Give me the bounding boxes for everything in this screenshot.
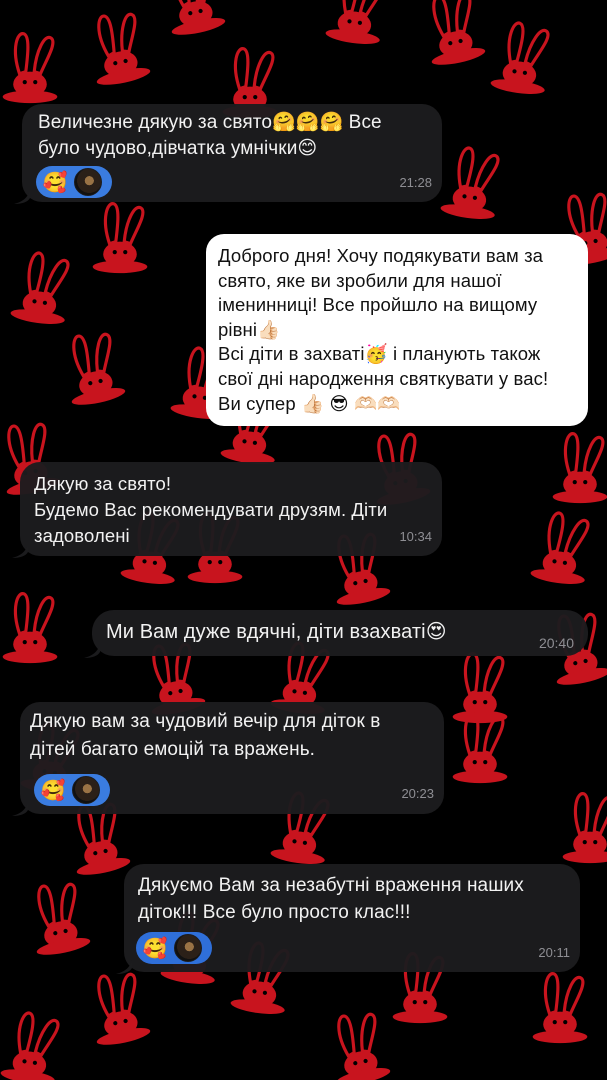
rabbit-ears-hat-icon — [57, 327, 129, 410]
message-time: 10:34 — [399, 529, 432, 544]
reaction-pill[interactable]: 🥰 — [136, 932, 212, 964]
message-text: Дякую вам за чудовий вечір для діток в д… — [30, 711, 386, 760]
message-text: Величезне дякую за свято🤗🤗🤗 Все було чуд… — [38, 112, 388, 159]
bubble-tail — [12, 544, 28, 558]
reaction-pill[interactable]: 🥰 — [34, 774, 110, 806]
message-time: 21:28 — [399, 175, 432, 190]
message-bubble-incoming[interactable]: Дякую за свято! Будемо Вас рекомендувати… — [20, 462, 442, 556]
smiling-face-hearts-icon: 🥰 — [142, 935, 168, 960]
reaction-pill[interactable]: 🥰 — [36, 166, 112, 198]
message-bubble-outgoing[interactable]: Ми Вам дуже вдячні, діти взахваті😍 20:40 — [92, 610, 588, 656]
avatar — [74, 168, 102, 196]
rabbit-ears-hat-icon — [451, 652, 509, 725]
message-bubble-incoming[interactable]: Дякую вам за чудовий вечір для діток в д… — [20, 702, 444, 814]
rabbit-ears-hat-icon — [8, 248, 76, 329]
rabbit-ears-hat-icon — [1, 592, 59, 665]
message-bubble-incoming[interactable]: Величезне дякую за свято🤗🤗🤗 Все було чуд… — [22, 104, 442, 202]
rabbit-ears-hat-icon — [531, 972, 589, 1045]
message-text: Дякую за свято! Будемо Вас рекомендувати… — [34, 473, 388, 546]
message-time: 20:23 — [401, 786, 434, 801]
rabbit-ears-hat-icon — [22, 877, 94, 960]
avatar — [174, 934, 202, 962]
rabbit-ears-hat-icon — [322, 1007, 394, 1080]
bubble-tail — [84, 644, 100, 658]
rabbit-ears-hat-icon — [528, 508, 596, 589]
rabbit-ears-hat-icon — [561, 792, 607, 865]
rabbit-ears-hat-icon — [438, 143, 506, 224]
avatar — [72, 776, 100, 804]
bubble-tail — [12, 802, 28, 816]
rabbit-ears-hat-icon — [91, 202, 149, 275]
message-text: Дякуємо Вам за незабутні враження наших … — [138, 875, 530, 923]
rabbit-ears-hat-icon — [157, 0, 229, 40]
message-bubble-screenshot[interactable]: Доброго дня! Хочу подякувати вам за свят… — [206, 234, 588, 426]
rabbit-ears-hat-icon — [451, 712, 509, 785]
message-time: 20:11 — [538, 945, 570, 960]
rabbit-ears-hat-icon — [82, 7, 154, 90]
rabbit-ears-hat-icon — [323, 0, 391, 49]
rabbit-ears-hat-icon — [551, 432, 607, 505]
message-text: Доброго дня! Хочу подякувати вам за свят… — [218, 245, 549, 414]
bubble-tail — [14, 190, 30, 204]
message-time: 20:40 — [538, 635, 574, 651]
message-text: Ми Вам дуже вдячні, діти взахваті😍 — [106, 621, 447, 643]
smiling-face-hearts-icon: 🥰 — [40, 778, 66, 802]
bubble-tail — [116, 960, 132, 974]
rabbit-ears-hat-icon — [488, 18, 556, 99]
rabbit-ears-hat-icon — [82, 967, 154, 1050]
message-bubble-outgoing[interactable]: Дякуємо Вам за незабутні враження наших … — [124, 864, 580, 972]
rabbit-ears-hat-icon — [1, 32, 59, 105]
rabbit-ears-hat-icon — [0, 1008, 66, 1080]
smiling-face-hearts-icon: 🥰 — [42, 170, 68, 194]
rabbit-ears-hat-icon — [417, 0, 489, 70]
